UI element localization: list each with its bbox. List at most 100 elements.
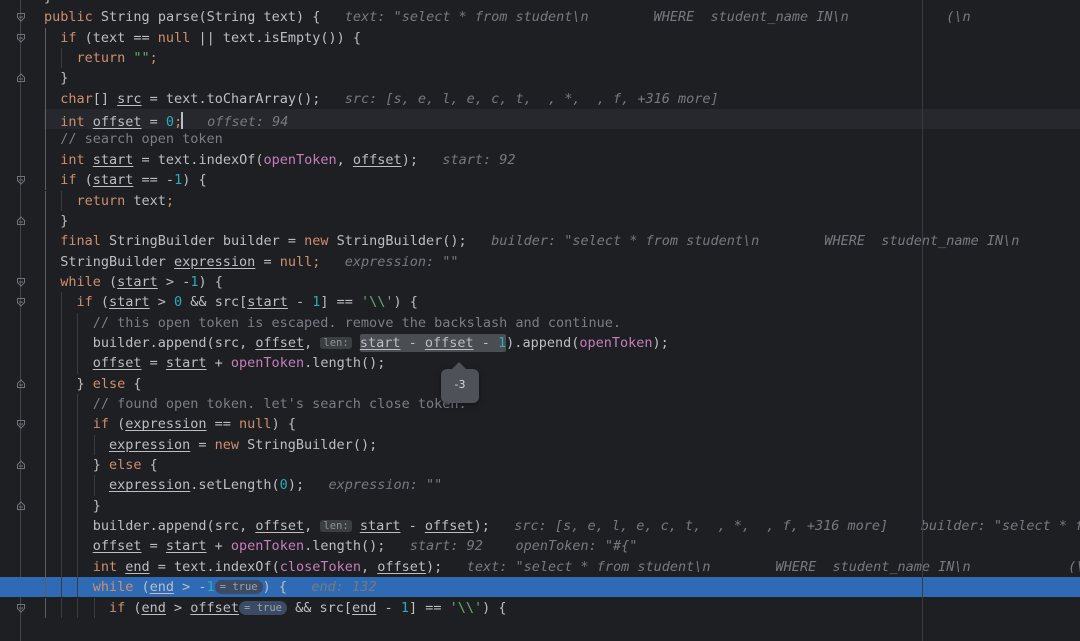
code-surface[interactable]: }public String parse(String text) { text… [0, 0, 1080, 641]
fold-region-end-icon[interactable] [14, 458, 28, 472]
code-token: start [359, 518, 401, 535]
parameter-name-hint[interactable]: len: [320, 336, 352, 349]
code-line[interactable]: if (start > 0 && src[start - 1] == '\\')… [0, 292, 1080, 312]
fold-expanded-icon[interactable] [14, 295, 28, 309]
inline-debugger-hint[interactable]: builder: "select * from student\n [921, 518, 1080, 534]
code-token: end [125, 558, 150, 575]
inline-debugger-hint[interactable]: builder: "select * from student\n WHERE … [491, 233, 1080, 249]
code-token: isEmpty [263, 29, 321, 46]
code-line[interactable]: } [0, 68, 1080, 88]
code-line-text: // search open token [60, 129, 223, 149]
code-line[interactable]: if (expression == null) { [0, 414, 1080, 434]
code-line[interactable]: if (end > offset = true && src[end - 1] =… [0, 598, 1080, 618]
inline-debugger-hint[interactable]: expression: "" [345, 254, 459, 270]
inline-debugger-hint[interactable]: start: 92 [410, 538, 483, 554]
code-token: && [286, 599, 320, 616]
inline-debugger-hint[interactable]: openToken: "#{" [515, 538, 637, 554]
parameter-name-hint[interactable]: len: [320, 520, 352, 533]
inline-debugger-hint[interactable]: end: 132 [311, 579, 376, 595]
fold-expanded-icon[interactable] [14, 417, 28, 431]
fold-region-end-icon[interactable] [14, 71, 28, 85]
code-token: ) { [393, 294, 418, 311]
code-token: '\\' [361, 294, 394, 311]
inline-debugger-hint[interactable]: offset: 94 [207, 114, 288, 130]
code-line-text: StringBuilder expression = null; express… [60, 252, 458, 272]
code-line[interactable]: } [0, 0, 1080, 7]
code-line[interactable]: // this open token is escaped. remove th… [0, 313, 1080, 333]
code-token: = [141, 90, 166, 107]
code-line-text: } [93, 496, 101, 516]
fold-expanded-icon[interactable] [14, 10, 28, 24]
code-line[interactable]: if (start == -1) { [0, 170, 1080, 190]
inline-debugger-hint[interactable]: expression: "" [328, 477, 442, 493]
evaluation-tooltip[interactable]: -3 [441, 369, 479, 403]
code-line[interactable]: public String parse(String text) { text:… [0, 7, 1080, 27]
evaluated-expression-highlight[interactable]: start - offset - 1 [359, 333, 507, 352]
code-line[interactable]: return ""; [0, 48, 1080, 68]
code-token: - [165, 172, 175, 189]
code-line[interactable]: // found open token. let's search close … [0, 394, 1080, 414]
gutter-divider [20, 0, 21, 641]
code-token: ) { [271, 416, 296, 433]
code-token: , [304, 334, 321, 351]
code-line[interactable]: int end = text.indexOf(closeToken, offse… [0, 557, 1080, 577]
code-token: expression [174, 253, 256, 270]
inline-evaluation-chip[interactable]: = true [239, 600, 287, 615]
code-token: offset [92, 114, 142, 131]
code-token: end [352, 599, 377, 616]
code-token: ( [198, 9, 207, 26]
code-token: = [141, 114, 166, 131]
code-line[interactable]: expression = new StringBuilder(); [0, 435, 1080, 455]
code-line[interactable]: StringBuilder expression = null; express… [0, 252, 1080, 272]
code-line[interactable]: return text; [0, 191, 1080, 211]
code-line[interactable]: } else { [0, 455, 1080, 475]
code-token: ); [401, 151, 418, 168]
code-line[interactable]: char[] src = text.toCharArray(); src: [s… [0, 89, 1080, 109]
code-line[interactable]: if (text == null || text.isEmpty()) { [0, 28, 1080, 48]
fold-region-end-icon[interactable] [14, 499, 28, 513]
fold-expanded-icon[interactable] [14, 601, 28, 615]
code-line-text: } else { [93, 455, 158, 475]
code-token: . [149, 334, 158, 351]
hint-spacer [418, 152, 442, 168]
code-line[interactable]: } [0, 211, 1080, 231]
code-line-text: if (text == null || text.isEmpty()) { [60, 28, 361, 48]
fold-region-end-icon[interactable] [14, 377, 28, 391]
code-line[interactable]: expression.setLength(0); expression: "" [0, 475, 1080, 495]
code-line[interactable]: // search open token [0, 129, 1080, 149]
code-line[interactable]: offset = start + openToken.length(); sta… [0, 536, 1080, 556]
code-token: null [157, 29, 191, 46]
inline-debugger-hint[interactable]: start: 92 [442, 152, 515, 168]
fold-region-end-icon[interactable] [14, 214, 28, 228]
code-token: toCharArray [206, 90, 296, 107]
code-line[interactable]: } else { [0, 374, 1080, 394]
code-token: - [376, 599, 401, 616]
fold-expanded-icon[interactable] [14, 31, 28, 45]
inline-debugger-hint[interactable]: text: "select * from student\n WHERE stu… [467, 559, 1080, 575]
code-line[interactable]: builder.append(src, offset, len: start -… [0, 333, 1080, 353]
code-token: int [60, 114, 93, 131]
editor-gutter[interactable] [0, 0, 44, 641]
code-token: = [190, 436, 215, 453]
hint-spacer [490, 518, 514, 534]
code-line[interactable]: while (end > -1 = true) { end: 132 [0, 577, 1080, 597]
code-token: 0 [174, 294, 183, 311]
code-line[interactable]: } [0, 496, 1080, 516]
code-line[interactable]: int offset = 0; offset: 94 [0, 109, 1080, 131]
code-line[interactable]: while (start > -1) { [0, 272, 1080, 292]
code-line[interactable]: int start = text.indexOf(openToken, offs… [0, 150, 1080, 170]
fold-expanded-icon[interactable] [14, 173, 28, 187]
code-line-text: return ""; [76, 48, 157, 68]
code-token: = [149, 558, 175, 575]
code-token: { [125, 375, 142, 392]
code-line[interactable]: builder.append(src, offset, len: start -… [0, 516, 1080, 536]
code-line[interactable]: final StringBuilder builder = new String… [0, 231, 1080, 251]
fold-expanded-icon[interactable] [14, 275, 28, 289]
inline-debugger-hint[interactable]: src: [s, e, l, e, c, t, , *, , f, +316 m… [345, 91, 719, 107]
code-editor[interactable]: }public String parse(String text) { text… [0, 0, 1080, 641]
code-line[interactable]: offset = start + openToken.length(); [0, 353, 1080, 373]
text-caret [181, 112, 183, 130]
inline-debugger-hint[interactable]: text: "select * from student\n WHERE stu… [345, 9, 971, 25]
inline-evaluation-chip[interactable]: = true [214, 580, 263, 595]
inline-debugger-hint[interactable]: src: [s, e, l, e, c, t, , *, , f, +316 m… [514, 518, 888, 534]
